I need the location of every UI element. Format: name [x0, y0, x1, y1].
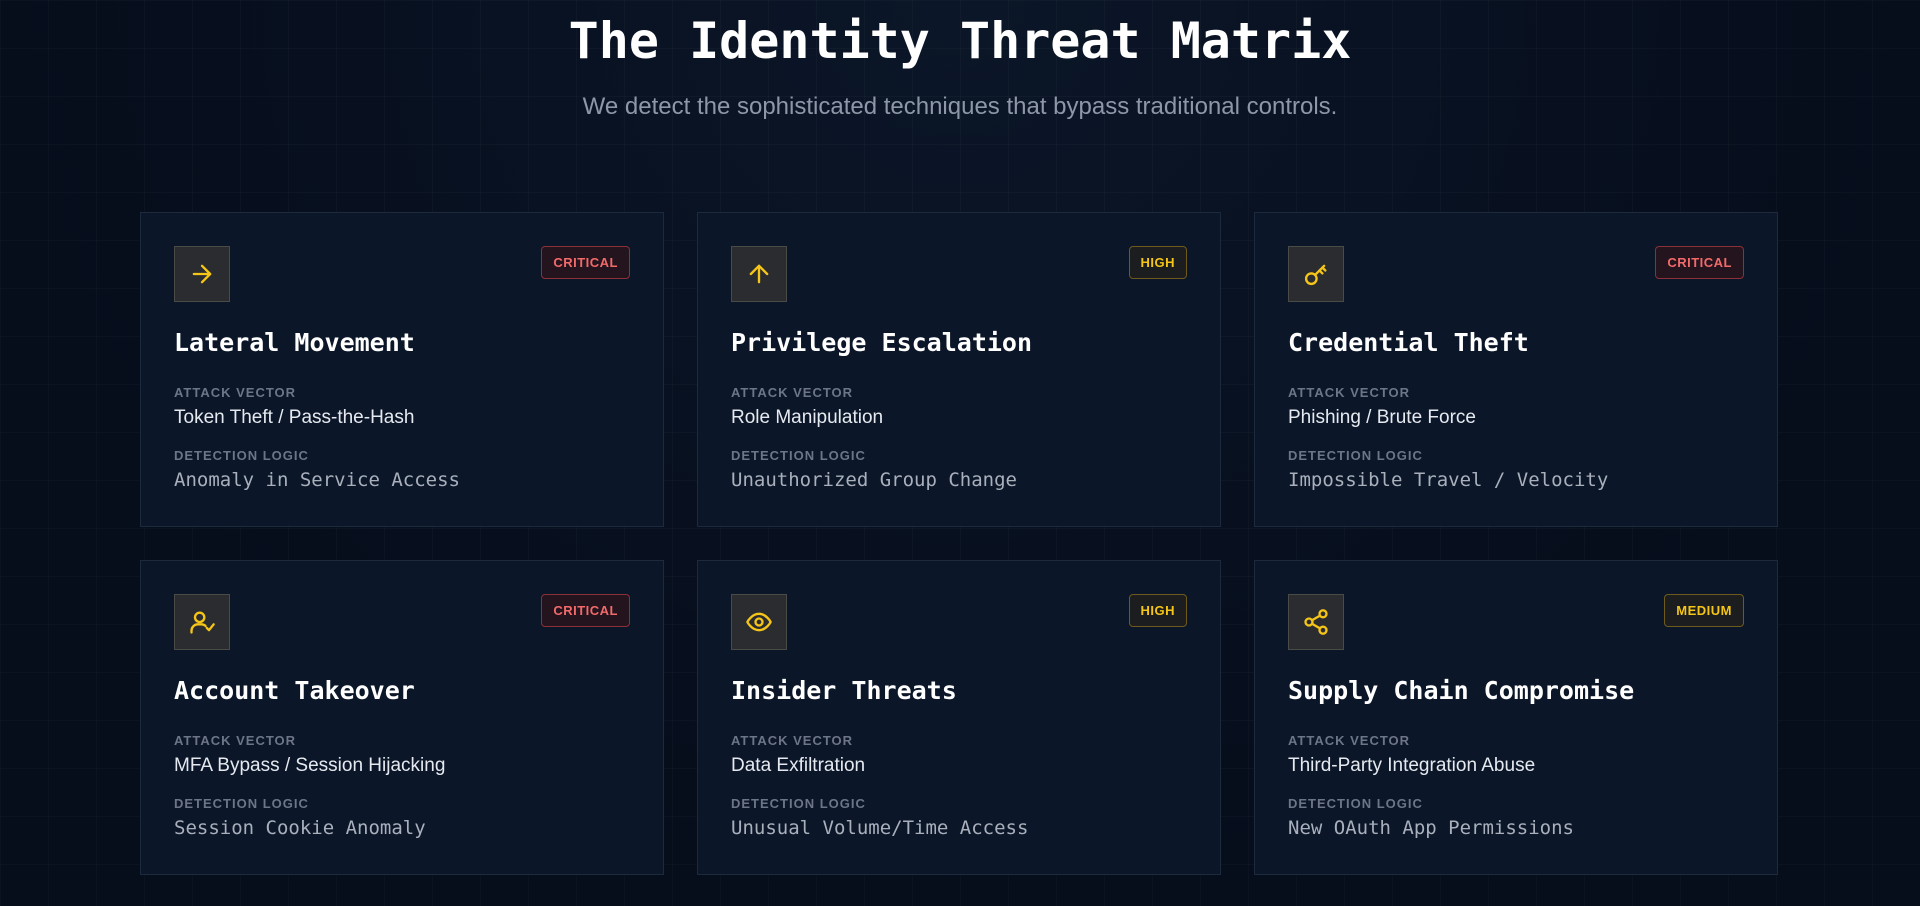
attack-vector-label: ATTACK VECTOR [174, 733, 297, 748]
threat-card-insider-threats: HIGH Insider Threats ATTACK VECTOR Data … [697, 560, 1221, 875]
attack-vector-value: Role Manipulation [731, 407, 884, 428]
arrow-up-icon [731, 246, 787, 302]
detection-logic-label: DETECTION LOGIC [1288, 796, 1423, 811]
detection-logic-value: Impossible Travel / Velocity [1288, 469, 1609, 491]
attack-vector-value: Token Theft / Pass-the-Hash [174, 407, 415, 428]
detection-logic-label: DETECTION LOGIC [731, 448, 866, 463]
detection-logic-value: Anomaly in Service Access [174, 469, 460, 491]
attack-vector-label: ATTACK VECTOR [1288, 385, 1411, 400]
card-title: Credential Theft [1288, 328, 1529, 357]
threat-card-lateral-movement: CRITICAL Lateral Movement ATTACK VECTOR … [140, 212, 664, 527]
detection-logic-label: DETECTION LOGIC [174, 448, 309, 463]
attack-vector-value: Data Exfiltration [731, 755, 866, 776]
detection-logic-label: DETECTION LOGIC [1288, 448, 1423, 463]
card-title: Insider Threats [731, 676, 957, 705]
attack-vector-value: MFA Bypass / Session Hijacking [174, 755, 446, 776]
severity-badge: HIGH [1128, 594, 1187, 627]
attack-vector-label: ATTACK VECTOR [1288, 733, 1411, 748]
card-title: Privilege Escalation [731, 328, 1033, 357]
attack-vector-label: ATTACK VECTOR [174, 385, 297, 400]
severity-badge: HIGH [1128, 246, 1187, 279]
threat-card-account-takeover: CRITICAL Account Takeover ATTACK VECTOR … [140, 560, 664, 875]
attack-vector-value: Phishing / Brute Force [1288, 407, 1476, 428]
card-title: Account Takeover [174, 676, 415, 705]
page-title: The Identity Threat Matrix [568, 12, 1352, 70]
detection-logic-value: Unauthorized Group Change [731, 469, 1017, 491]
threat-card-credential-theft: CRITICAL Credential Theft ATTACK VECTOR … [1254, 212, 1778, 527]
key-icon [1288, 246, 1344, 302]
attack-vector-value: Third-Party Integration Abuse [1288, 755, 1536, 776]
user-check-icon [174, 594, 230, 650]
eye-icon [731, 594, 787, 650]
threat-grid: CRITICAL Lateral Movement ATTACK VECTOR … [140, 212, 1778, 875]
severity-badge: CRITICAL [1655, 246, 1744, 279]
share-icon [1288, 594, 1344, 650]
arrow-right-icon [174, 246, 230, 302]
detection-logic-value: Session Cookie Anomaly [174, 817, 426, 839]
severity-badge: MEDIUM [1664, 594, 1744, 627]
attack-vector-label: ATTACK VECTOR [731, 385, 854, 400]
detection-logic-value: Unusual Volume/Time Access [731, 817, 1029, 839]
card-title: Supply Chain Compromise [1288, 676, 1635, 705]
threat-card-supply-chain-compromise: MEDIUM Supply Chain Compromise ATTACK VE… [1254, 560, 1778, 875]
detection-logic-label: DETECTION LOGIC [731, 796, 866, 811]
card-title: Lateral Movement [174, 328, 415, 357]
threat-card-privilege-escalation: HIGH Privilege Escalation ATTACK VECTOR … [697, 212, 1221, 527]
page-subtitle: We detect the sophisticated techniques t… [582, 93, 1338, 120]
severity-badge: CRITICAL [541, 246, 630, 279]
detection-logic-label: DETECTION LOGIC [174, 796, 309, 811]
attack-vector-label: ATTACK VECTOR [731, 733, 854, 748]
detection-logic-value: New OAuth App Permissions [1288, 817, 1574, 839]
severity-badge: CRITICAL [541, 594, 630, 627]
